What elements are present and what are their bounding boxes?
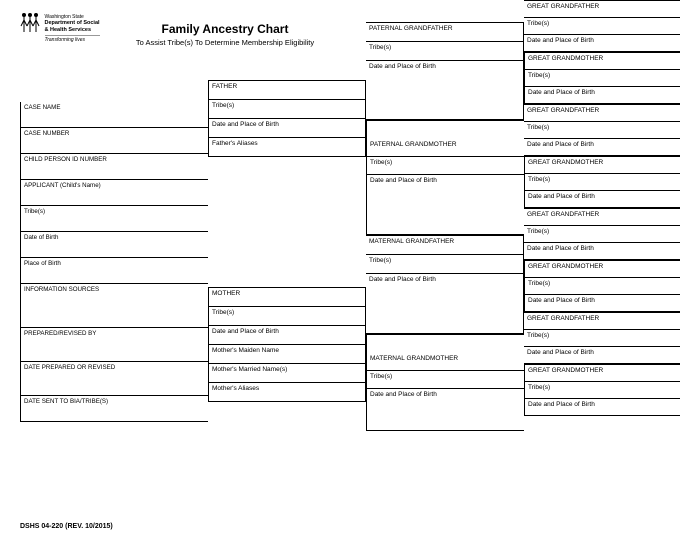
ggm-1-tribes: Tribe(s) xyxy=(525,70,680,87)
mother-aliases: Mother's Aliases xyxy=(209,383,365,402)
ggm-1-dpob: Date and Place of Birth xyxy=(525,87,680,104)
ggf-4-tribes: Tribe(s) xyxy=(524,330,680,347)
ggm-3-box: GREAT GRANDMOTHER Tribe(s) Date and Plac… xyxy=(524,260,680,312)
applicant-pob-field: Place of Birth xyxy=(21,258,208,284)
ggf-1-box: GREAT GRANDFATHER Tribe(s) Date and Plac… xyxy=(524,0,680,52)
date-sent-field: DATE SENT TO BIA/TRIBE(S) xyxy=(21,396,208,422)
paternal-grandmother-box: PATERNAL GRANDMOTHER Tribe(s) Date and P… xyxy=(366,120,524,235)
prepared-by-field: PREPARED/REVISED BY xyxy=(21,328,208,362)
case-number-field: CASE NUMBER xyxy=(21,128,208,154)
pat-gm-tribes: Tribe(s) xyxy=(367,156,524,175)
mat-gf-tribes: Tribe(s) xyxy=(366,255,523,274)
parents-gap xyxy=(208,157,366,287)
maternal-grandfather-box: MATERNAL GRANDFATHER Tribe(s) Date and P… xyxy=(366,235,524,334)
applicant-tribes-field: Tribe(s) xyxy=(21,206,208,232)
mother-tribes: Tribe(s) xyxy=(209,307,365,326)
ggf-2-label: GREAT GRANDFATHER xyxy=(524,105,680,122)
ggf-1-dpob: Date and Place of Birth xyxy=(524,35,680,52)
ggm-3-tribes: Tribe(s) xyxy=(525,278,680,295)
mat-gm-label: MATERNAL GRANDMOTHER xyxy=(367,335,524,370)
pat-gf-label: PATERNAL GRANDFATHER xyxy=(366,23,523,42)
great-grandparents-column: GREAT GRANDFATHER Tribe(s) Date and Plac… xyxy=(524,0,680,416)
ggm-2-dpob: Date and Place of Birth xyxy=(525,191,680,208)
mat-gm-dpob: Date and Place of Birth xyxy=(367,389,524,431)
pat-gf-dpob: Date and Place of Birth xyxy=(366,61,523,120)
ggm-1-box: GREAT GRANDMOTHER Tribe(s) Date and Plac… xyxy=(524,52,680,104)
ggf-1-tribes: Tribe(s) xyxy=(524,18,680,35)
ggf-2-box: GREAT GRANDFATHER Tribe(s) Date and Plac… xyxy=(524,104,680,156)
ggm-2-box: GREAT GRANDMOTHER Tribe(s) Date and Plac… xyxy=(524,156,680,208)
maternal-grandmother-box: MATERNAL GRANDMOTHER Tribe(s) Date and P… xyxy=(366,334,524,431)
father-box: FATHER Tribe(s) Date and Place of Birth … xyxy=(208,80,366,157)
father-tribes: Tribe(s) xyxy=(209,100,365,119)
pat-gf-tribes: Tribe(s) xyxy=(366,42,523,61)
ggf-4-box: GREAT GRANDFATHER Tribe(s) Date and Plac… xyxy=(524,312,680,364)
child-id-field: CHILD PERSON ID NUMBER xyxy=(21,154,208,180)
mat-gm-tribes: Tribe(s) xyxy=(367,370,524,389)
father-dpob: Date and Place of Birth xyxy=(209,119,365,138)
pat-gm-label: PATERNAL GRANDMOTHER xyxy=(367,121,524,156)
grandparents-column: PATERNAL GRANDFATHER Tribe(s) Date and P… xyxy=(366,22,524,431)
ancestry-chart: CASE NAME CASE NUMBER CHILD PERSON ID NU… xyxy=(20,22,680,502)
mother-dpob: Date and Place of Birth xyxy=(209,326,365,345)
parents-column: FATHER Tribe(s) Date and Place of Birth … xyxy=(208,80,366,402)
ggf-3-label: GREAT GRANDFATHER xyxy=(524,209,680,226)
case-name-field: CASE NAME xyxy=(21,102,208,128)
ggm-2-label: GREAT GRANDMOTHER xyxy=(525,157,680,174)
case-column: CASE NAME CASE NUMBER CHILD PERSON ID NU… xyxy=(20,102,208,422)
ggm-4-box: GREAT GRANDMOTHER Tribe(s) Date and Plac… xyxy=(524,364,680,416)
ggf-2-dpob: Date and Place of Birth xyxy=(524,139,680,156)
applicant-field: APPLICANT (Child's Name) xyxy=(21,180,208,206)
ggf-3-box: GREAT GRANDFATHER Tribe(s) Date and Plac… xyxy=(524,208,680,260)
mother-maiden: Mother's Maiden Name xyxy=(209,345,365,364)
mother-married: Mother's Married Name(s) xyxy=(209,364,365,383)
ggm-2-tribes: Tribe(s) xyxy=(525,174,680,191)
mat-gf-dpob: Date and Place of Birth xyxy=(366,274,523,334)
ggm-3-dpob: Date and Place of Birth xyxy=(525,295,680,312)
paternal-grandfather-box: PATERNAL GRANDFATHER Tribe(s) Date and P… xyxy=(366,22,524,120)
ggf-4-dpob: Date and Place of Birth xyxy=(524,347,680,364)
date-prepared-field: DATE PREPARED OR REVISED xyxy=(21,362,208,396)
mat-gf-label: MATERNAL GRANDFATHER xyxy=(366,236,523,255)
father-label: FATHER xyxy=(209,81,365,100)
ggm-4-dpob: Date and Place of Birth xyxy=(525,399,680,416)
ggf-3-tribes: Tribe(s) xyxy=(524,226,680,243)
ggm-4-tribes: Tribe(s) xyxy=(525,382,680,399)
ggm-3-label: GREAT GRANDMOTHER xyxy=(525,261,680,278)
mother-label: MOTHER xyxy=(209,288,365,307)
ggf-1-label: GREAT GRANDFATHER xyxy=(524,1,680,18)
ggf-3-dpob: Date and Place of Birth xyxy=(524,243,680,260)
ggm-1-label: GREAT GRANDMOTHER xyxy=(525,53,680,70)
father-aliases: Father's Aliases xyxy=(209,138,365,157)
form-id: DSHS 04-220 (REV. 10/2015) xyxy=(20,523,113,530)
pat-gm-dpob: Date and Place of Birth xyxy=(367,175,524,235)
ggf-2-tribes: Tribe(s) xyxy=(524,122,680,139)
ggf-4-label: GREAT GRANDFATHER xyxy=(524,313,680,330)
mother-box: MOTHER Tribe(s) Date and Place of Birth … xyxy=(208,287,366,402)
info-sources-field: INFORMATION SOURCES xyxy=(21,284,208,328)
ggm-4-label: GREAT GRANDMOTHER xyxy=(525,365,680,382)
applicant-dob-field: Date of Birth xyxy=(21,232,208,258)
